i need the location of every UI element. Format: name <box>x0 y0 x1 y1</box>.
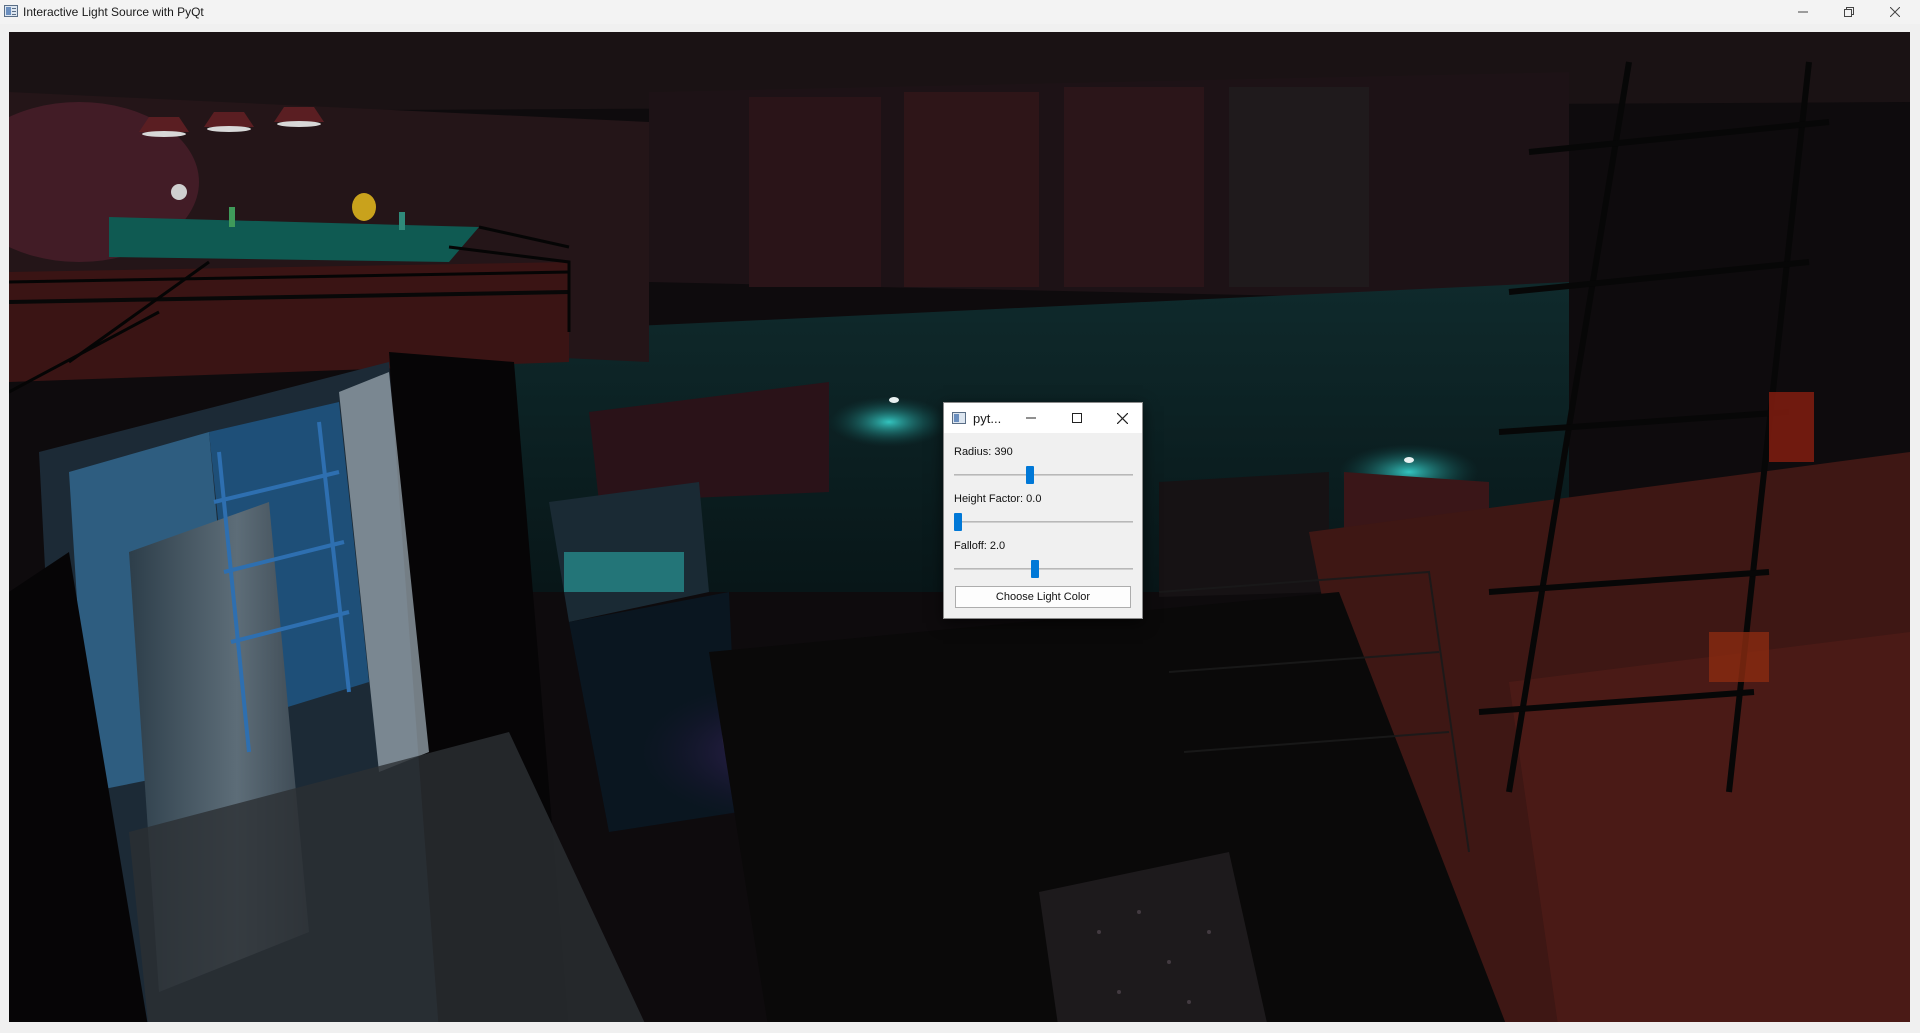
close-icon <box>1116 412 1128 424</box>
radius-slider[interactable] <box>954 464 1133 486</box>
controls-dialog: pyt... Radius: 390 Height Factor: 0.0 Fa… <box>943 402 1143 619</box>
close-button[interactable] <box>1872 0 1918 24</box>
dialog-title: pyt... <box>973 411 1002 426</box>
slider-groove <box>954 521 1133 523</box>
restore-button[interactable] <box>1826 0 1872 24</box>
window-title: Interactive Light Source with PyQt <box>23 5 204 19</box>
restore-icon <box>1844 7 1854 17</box>
minimize-icon <box>1026 417 1036 419</box>
falloff-label: Falloff: 2.0 <box>954 540 1006 552</box>
dialog-maximize-button[interactable] <box>1057 403 1097 433</box>
height-factor-label: Height Factor: 0.0 <box>954 493 1042 505</box>
close-icon <box>1890 7 1900 17</box>
falloff-slider[interactable] <box>954 558 1133 580</box>
slider-groove <box>954 568 1133 570</box>
slider-handle[interactable] <box>1026 466 1034 484</box>
dialog-title-bar[interactable]: pyt... <box>944 403 1142 433</box>
height-factor-slider[interactable] <box>954 511 1133 533</box>
minimize-button[interactable] <box>1780 0 1826 24</box>
radius-label: Radius: 390 <box>954 446 1013 458</box>
title-bar[interactable]: Interactive Light Source with PyQt <box>0 0 1920 24</box>
dialog-minimize-button[interactable] <box>1011 403 1051 433</box>
minimize-icon <box>1798 11 1808 13</box>
slider-groove <box>954 474 1133 476</box>
app-window-icon <box>4 5 18 17</box>
app-window-icon <box>952 412 966 424</box>
slider-handle[interactable] <box>954 513 962 531</box>
maximize-icon <box>1072 413 1082 423</box>
dialog-close-button[interactable] <box>1102 403 1142 433</box>
choose-light-color-button[interactable]: Choose Light Color <box>955 586 1131 608</box>
main-window: Interactive Light Source with PyQt pyt..… <box>0 0 1920 1033</box>
slider-handle[interactable] <box>1031 560 1039 578</box>
